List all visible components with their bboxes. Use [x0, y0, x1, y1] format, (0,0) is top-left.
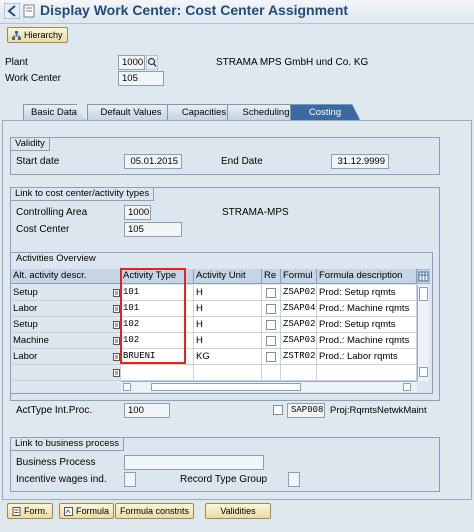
table-row-formula-desc: Prod: Setup rqmts	[317, 285, 417, 301]
input-help-icon[interactable]	[113, 337, 120, 345]
input-help-icon[interactable]	[113, 289, 120, 297]
controlling-area-label: Controlling Area	[16, 207, 88, 218]
col-header-re[interactable]: Re	[262, 269, 281, 284]
plant-field[interactable]: 1000	[118, 55, 145, 70]
table-row-formula[interactable]: ZSAP02	[281, 285, 317, 301]
table-row-unit	[194, 365, 262, 381]
formula-icon	[64, 506, 73, 516]
col-header-formula[interactable]: Formul	[281, 269, 317, 284]
input-help-icon[interactable]	[113, 369, 120, 377]
table-settings-icon[interactable]	[417, 269, 430, 284]
workcenter-label: Work Center	[5, 73, 61, 84]
table-row-re	[262, 365, 281, 381]
acttype-field[interactable]: 100	[124, 403, 170, 418]
hierarchy-button[interactable]: Hierarchy	[7, 27, 68, 43]
record-type-group-field[interactable]	[288, 472, 300, 487]
formula-button[interactable]: Formula	[59, 503, 115, 519]
end-date-field[interactable]: 31.12.9999	[331, 154, 389, 169]
back-arrow-icon[interactable]	[4, 3, 20, 19]
business-process-field[interactable]	[124, 455, 264, 470]
table-row-formula-desc: Prod.: Machine rqmts	[317, 301, 417, 317]
tab-basic-data[interactable]: Basic Data	[23, 104, 85, 120]
validities-button[interactable]: Validities	[205, 503, 271, 519]
table-row-unit: KG	[194, 349, 262, 365]
cost-center-label: Cost Center	[16, 224, 70, 235]
form-label: Form.	[24, 506, 48, 516]
tabstrip: Basic Data Default Values Capacities Sch…	[15, 104, 460, 120]
re-checkbox[interactable]	[266, 320, 276, 330]
table-row-descr[interactable]: Labor	[11, 301, 121, 317]
re-checkbox[interactable]	[266, 288, 276, 298]
form-button[interactable]: Form.	[7, 503, 53, 519]
table-row-descr[interactable]: Labor	[11, 349, 121, 365]
activity-type-highlight	[120, 268, 186, 364]
record-type-group-label: Record Type Group	[180, 474, 268, 485]
formula-label: Formula	[76, 506, 110, 516]
table-row-formula-desc: Prod.: Labor rqmts	[317, 349, 417, 365]
table-row-activity-type[interactable]	[121, 365, 194, 381]
acttype-label: ActType Int.Proc.	[16, 405, 93, 416]
acttype-formula-desc: Proj:RqmtsNetwkMaint	[330, 405, 427, 416]
table-row-unit: H	[194, 333, 262, 349]
end-date-label: End Date	[221, 156, 263, 167]
re-checkbox[interactable]	[266, 352, 276, 362]
table-horizontal-scrollbar[interactable]	[121, 381, 417, 392]
business-process-label: Business Process	[16, 457, 96, 468]
controlling-area-name: STRAMA-MPS	[222, 207, 289, 218]
formula-constnts-label: Formula constnts	[120, 506, 190, 516]
table-row-descr[interactable]: Machine	[11, 333, 121, 349]
table-row-unit: H	[194, 285, 262, 301]
col-header-activity-unit[interactable]: Activity Unit	[194, 269, 262, 284]
table-row-formula[interactable]: ZSAP02	[281, 317, 317, 333]
form-icon	[12, 506, 21, 516]
input-help-icon[interactable]	[113, 305, 120, 313]
table-row-formula[interactable]: ZSAP03	[281, 333, 317, 349]
page-icon	[23, 4, 35, 18]
table-row-formula-desc: Prod: Setup rqmts	[317, 317, 417, 333]
table-row-formula-desc: Prod.: Machine rqmts	[317, 333, 417, 349]
validity-title: Validity	[11, 138, 50, 151]
incentive-wages-label: Incentive wages ind.	[16, 474, 107, 485]
col-header-formula-desc[interactable]: Formula description	[317, 269, 417, 284]
tab-default-values[interactable]: Default Values	[87, 104, 175, 120]
table-row-descr[interactable]: Setup	[11, 317, 121, 333]
page-title: Display Work Center: Cost Center Assignm…	[40, 2, 349, 18]
table-row-unit: H	[194, 317, 262, 333]
search-help-icon[interactable]	[146, 55, 158, 70]
table-row-formula[interactable]: ZSTR02	[281, 349, 317, 365]
workcenter-field[interactable]: 105	[118, 71, 164, 86]
plant-name: STRAMA MPS GmbH und Co. KG	[216, 57, 369, 68]
re-checkbox[interactable]	[266, 336, 276, 346]
hierarchy-label: Hierarchy	[24, 30, 63, 40]
start-date-label: Start date	[16, 156, 60, 167]
input-help-icon[interactable]	[113, 321, 120, 329]
re-checkbox[interactable]	[266, 304, 276, 314]
hierarchy-icon	[12, 30, 21, 40]
incentive-wages-field[interactable]	[124, 472, 136, 487]
formula-constnts-button[interactable]: Formula constnts	[115, 503, 195, 519]
table-row-unit: H	[194, 301, 262, 317]
cost-center-field[interactable]: 105	[124, 222, 182, 237]
plant-label: Plant	[5, 57, 28, 68]
start-date-field[interactable]: 05.01.2015	[124, 154, 182, 169]
validities-label: Validities	[220, 506, 256, 516]
col-header-descr[interactable]: Alt. activity descr.	[11, 269, 121, 284]
acttype-formula-field[interactable]: SAP008	[287, 403, 325, 418]
table-row-formula-desc	[317, 365, 417, 381]
business-process-group-title: Link to business process	[11, 438, 125, 451]
table-row-formula[interactable]: ZSAP04	[281, 301, 317, 317]
input-help-icon[interactable]	[113, 353, 120, 361]
tab-costing[interactable]: Costing	[290, 104, 360, 120]
table-vertical-scrollbar[interactable]	[417, 285, 429, 381]
controlling-area-field[interactable]: 1000	[124, 205, 151, 220]
table-row-descr[interactable]: Setup	[11, 285, 121, 301]
activities-title: Activities Overview	[16, 253, 96, 264]
acttype-checkbox[interactable]	[273, 405, 283, 415]
cost-center-group-title: Link to cost center/activity types	[11, 188, 155, 201]
table-row-formula[interactable]	[281, 365, 317, 381]
title-bar: Display Work Center: Cost Center Assignm…	[0, 0, 474, 24]
table-row-descr[interactable]	[11, 365, 121, 381]
